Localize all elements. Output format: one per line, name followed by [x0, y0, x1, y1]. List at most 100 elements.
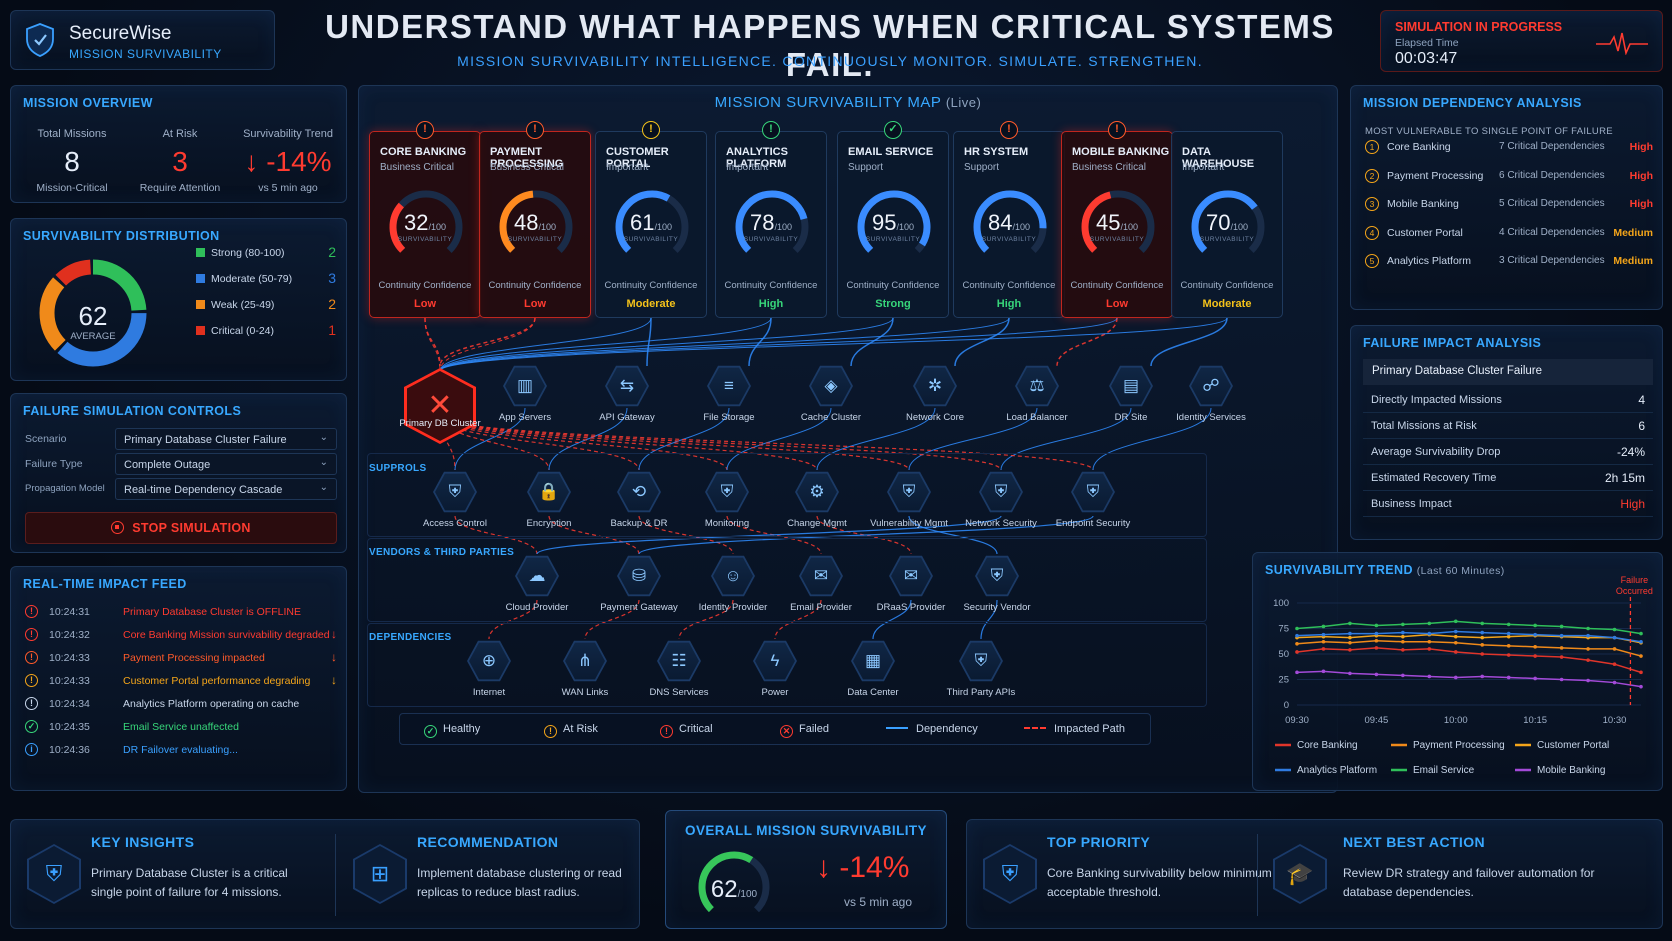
glyph-icon: ⛨ [707, 473, 747, 511]
primary-db-cluster-node[interactable]: ✕ Primary DB Cluster [395, 368, 485, 444]
dependency-mission: Core Banking [1387, 141, 1451, 153]
survivability-trend-chart: SURVIVABILITY TREND (Last 60 Minutes) 02… [1252, 552, 1663, 791]
node-icon: ▥ [503, 365, 547, 407]
mission-card[interactable]: ! ANALYTICS PLATFORM Important 78/100 SURVIV… [715, 121, 827, 318]
mission-category: Business Critical [380, 162, 454, 173]
map-node[interactable]: ⛨ Endpoint Security [1053, 470, 1133, 529]
dependency-row[interactable]: 5 Analytics Platform 3 Critical Dependenci… [1365, 254, 1653, 270]
map-node[interactable]: ⛨ Security Vendor [957, 554, 1037, 613]
glyph-icon: ⛨ [889, 473, 929, 511]
mission-card[interactable]: ✓ EMAIL SERVICE Support 95/100 SURVIVABILITY… [837, 121, 949, 318]
legend-label: Failed [799, 723, 829, 735]
mission-name: EMAIL SERVICE [848, 146, 934, 158]
data-point [1639, 684, 1643, 689]
map-node[interactable]: ⛨ Network Security [961, 470, 1041, 529]
legend-label: Customer Portal [1537, 740, 1609, 751]
map-node[interactable]: ▤ DR Site [1091, 364, 1171, 423]
score-label: SURVIVABILITY [981, 236, 1037, 243]
map-node[interactable]: ☍ Identity Services [1171, 364, 1251, 423]
map-node[interactable]: ☺ Identity Provider [693, 554, 773, 613]
chevron-down-icon: ⌄ [319, 432, 328, 443]
shield-alert-icon: ⛨ [983, 844, 1037, 904]
dependency-row[interactable]: 2 Payment Processing 6 Critical Dependenci… [1365, 168, 1653, 185]
mission-card[interactable]: ! CUSTOMER PORTAL Important 61/100 SURVIVABI… [595, 121, 707, 318]
legend-label: Mobile Banking [1537, 765, 1605, 776]
node-icon: ⟲ [617, 471, 661, 513]
map-legend: ✓ Healthy ! At Risk ! Critical ✕ Failed Depe… [399, 713, 1151, 745]
stop-simulation-button[interactable]: STOP SIMULATION [25, 512, 337, 544]
glyph-icon: ✉ [801, 557, 841, 595]
node-label: Cloud Provider [505, 602, 569, 613]
mission-card[interactable]: ! PAYMENT PROCESSING Business Critical 48/1… [479, 121, 591, 318]
node-label: Identity Services [1176, 412, 1246, 423]
mission-name: HR SYSTEM [964, 146, 1029, 158]
overall-score-suffix: /100 [737, 889, 758, 900]
mission-card[interactable]: ! HR SYSTEM Support 84/100 SURVIVABILITY Cont… [953, 121, 1065, 318]
scenario-select[interactable]: Primary Database Cluster Failure ⌄ [115, 428, 337, 450]
map-node[interactable]: ✲ Network Core [895, 364, 975, 423]
mission-score: 70/100 [1172, 210, 1282, 236]
mission-card[interactable]: ! MOBILE BANKING Business Critical 45/100 SU… [1061, 121, 1173, 318]
data-point [1639, 670, 1643, 675]
dependency-row[interactable]: 1 Core Banking 7 Critical Dependencies High [1365, 140, 1653, 156]
map-node[interactable]: ☷ DNS Services [639, 639, 719, 698]
propagation-select[interactable]: Real-time Dependency Cascade ⌄ [115, 478, 337, 500]
map-node[interactable]: ⛨ Access Control [415, 470, 495, 529]
score-label: SURVIVABILITY [507, 236, 563, 243]
map-node[interactable]: ✉ DRaaS Provider [871, 554, 951, 613]
impact-row: Estimated Recovery Time 2h 15m [1363, 466, 1653, 491]
failure-type-select[interactable]: Complete Outage ⌄ [115, 453, 337, 475]
map-node[interactable]: ⚙ Change Mgmt [777, 470, 857, 529]
swatch [196, 300, 205, 309]
mission-card[interactable]: ! CORE BANKING Business Critical 32/100 SURV… [369, 121, 481, 318]
mission-category: Support [848, 162, 884, 173]
distribution-row: Moderate (50-79) 3 [196, 270, 336, 286]
node-label: Monitoring [704, 518, 750, 529]
map-node[interactable]: ⚖ Load Balancer [997, 364, 1077, 423]
data-point [1586, 658, 1590, 662]
map-node[interactable]: ⇆ API Gateway [587, 364, 667, 423]
confidence-label: Continuity Confidence [604, 280, 698, 291]
stat-label: Total Missions [37, 128, 107, 140]
mission-name: CORE BANKING [380, 146, 467, 158]
score-suffix: /100 [1120, 222, 1138, 232]
confidence-value: Strong [875, 298, 911, 310]
glyph-icon: ≡ [709, 367, 749, 405]
failure-impact-analysis: FAILURE IMPACT ANALYSIS Primary Database… [1350, 325, 1663, 540]
recommendation-text: Implement database clustering or read re… [417, 866, 622, 899]
map-node[interactable]: ≡ File Storage [689, 364, 769, 423]
node-icon: ⛨ [1071, 471, 1115, 513]
map-node[interactable]: ☁ Cloud Provider [497, 554, 577, 613]
impact-key: Estimated Recovery Time [1371, 472, 1497, 484]
map-node[interactable]: ◈ Cache Cluster [791, 364, 871, 423]
map-node[interactable]: ▥ App Servers [485, 364, 565, 423]
glyph-icon: ⇆ [607, 367, 647, 405]
node-icon: ▤ [1109, 365, 1153, 407]
map-node[interactable]: ⟲ Backup & DR [599, 470, 679, 529]
dependency-row[interactable]: 4 Customer Portal 4 Critical Dependencies M… [1365, 225, 1653, 242]
solid-line-icon [886, 727, 908, 729]
glyph-icon: ⛁ [619, 557, 659, 595]
map-node[interactable]: ⛨ Monitoring [687, 470, 767, 529]
map-node[interactable]: ⛨ Vulnerability Mgmt [869, 470, 949, 529]
mission-score: 48/100 [480, 210, 590, 236]
impact-scenario: Primary Database Cluster Failure [1363, 359, 1653, 385]
node-label: Data Center [847, 687, 899, 698]
map-node[interactable]: ⛨ Third Party APIs [941, 639, 1021, 698]
map-node[interactable]: ⋔ WAN Links [545, 639, 625, 698]
trend-plot: 0 25 50 75 100 09:30 09:45 10:00 10:15 10:30 Failu… [1273, 575, 1653, 776]
map-node[interactable]: ϟ Power [735, 639, 815, 698]
distribution-label: Critical (0-24) [211, 325, 275, 337]
map-node[interactable]: ⛁ Payment Gateway [599, 554, 679, 613]
risk-level: Medium [1613, 226, 1653, 239]
map-node[interactable]: ⊕ Internet [449, 639, 529, 698]
scenario-label: Scenario [25, 433, 67, 445]
map-node[interactable]: ▦ Data Center [833, 639, 913, 698]
dependency-row[interactable]: 3 Mobile Banking 5 Critical Dependencies Hi… [1365, 197, 1653, 213]
mission-card[interactable]: DATA WAREHOUSE Important 70/100 SURVIVABILI… [1171, 131, 1283, 318]
data-point [1453, 619, 1458, 624]
impact-key: Total Missions at Risk [1371, 420, 1477, 432]
node-label: Vulnerability Mgmt [870, 518, 948, 529]
map-node[interactable]: ✉ Email Provider [781, 554, 861, 613]
map-node[interactable]: 🔒 Encryption [509, 470, 589, 529]
